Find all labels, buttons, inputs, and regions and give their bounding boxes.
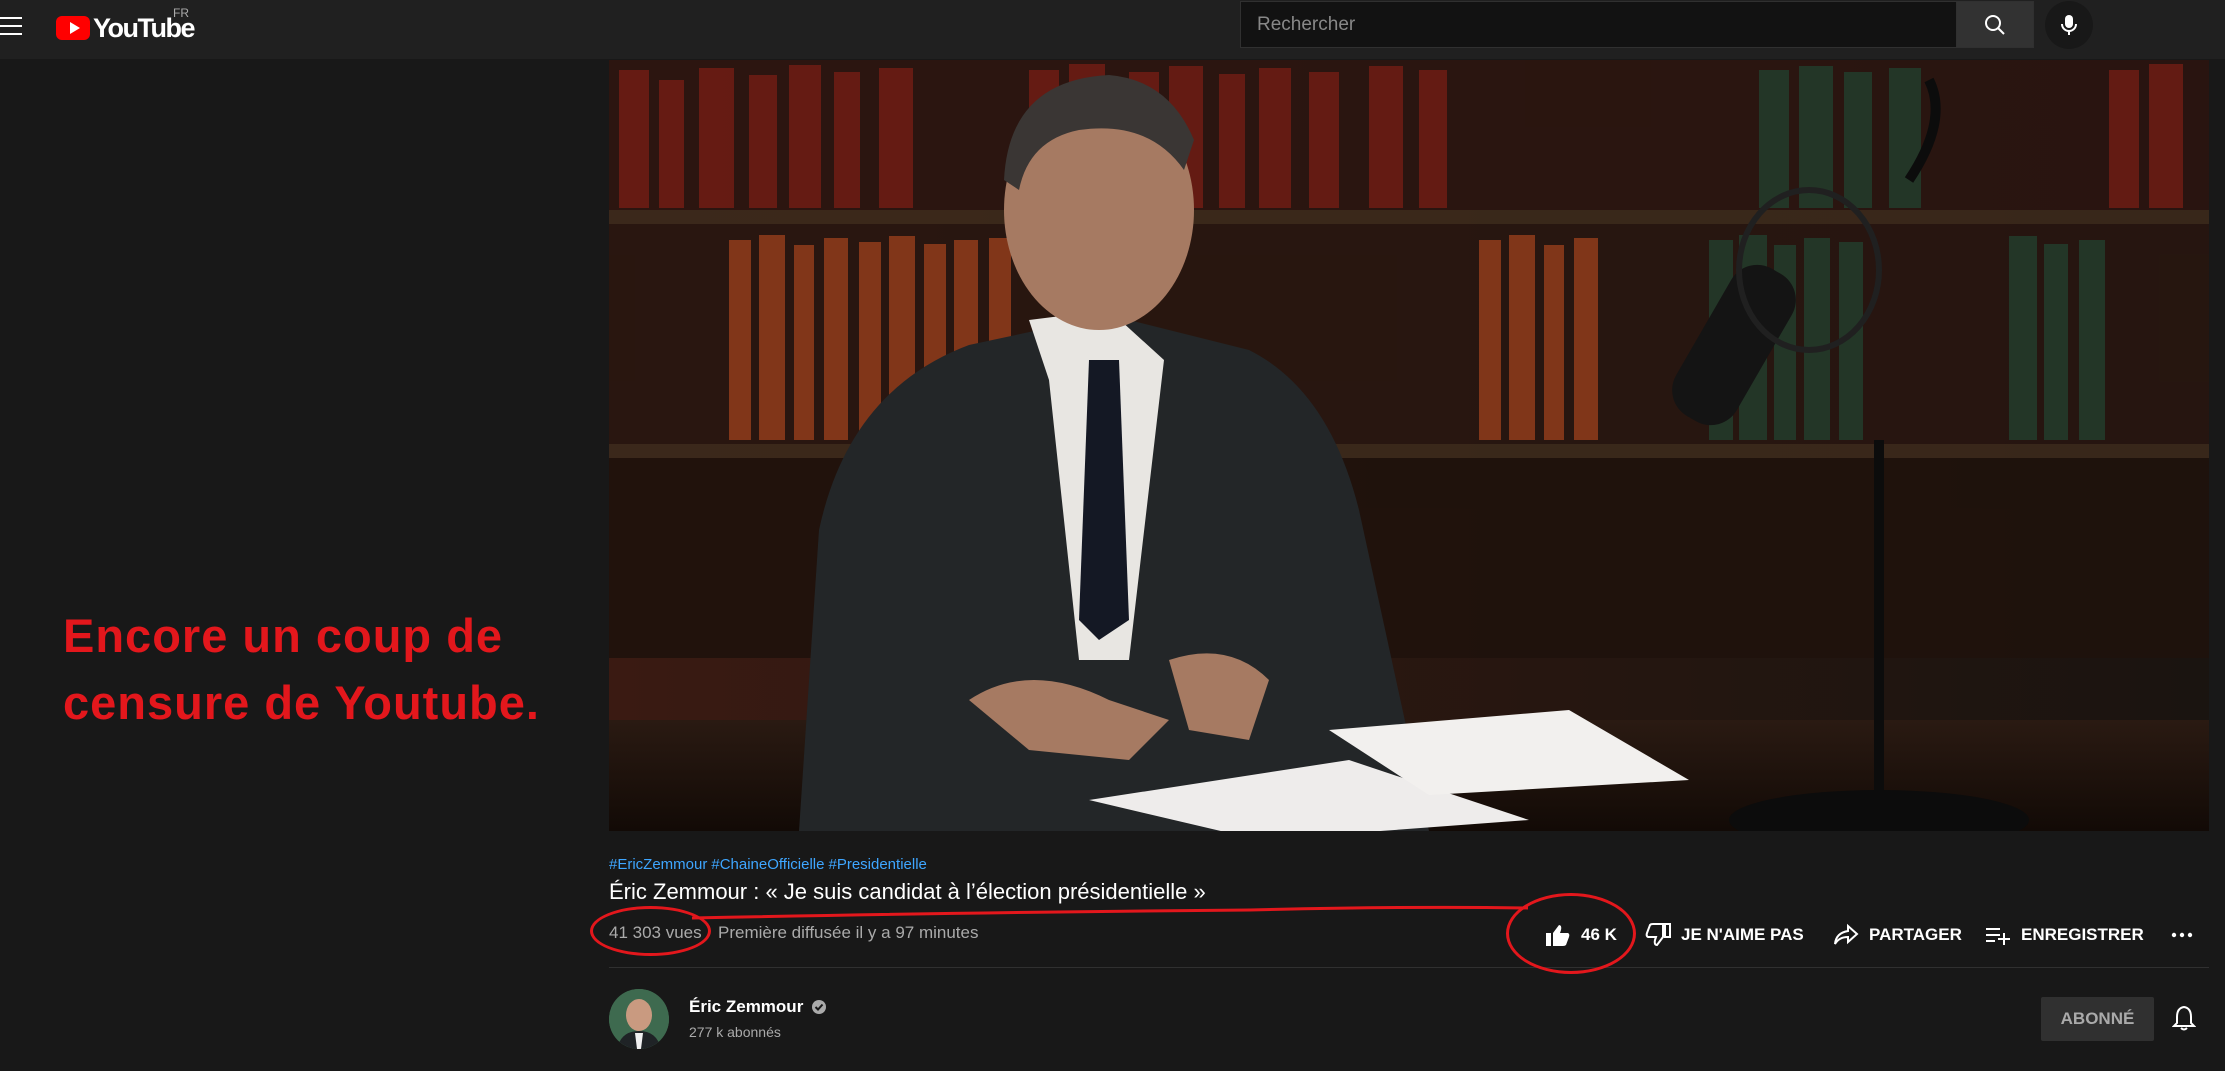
mic-icon bbox=[2061, 15, 2077, 35]
hashtag-link[interactable]: #Presidentielle bbox=[828, 856, 926, 873]
subscribe-button[interactable]: ABONNÉ bbox=[2041, 997, 2154, 1041]
search-icon bbox=[1985, 14, 2005, 35]
voice-search-button[interactable] bbox=[2045, 1, 2093, 49]
menu-icon[interactable] bbox=[0, 17, 24, 37]
thumbs-down-icon bbox=[1645, 923, 1671, 947]
avatar-image bbox=[609, 989, 669, 1049]
channel-name-text: Éric Zemmour bbox=[689, 997, 804, 1016]
save-button[interactable]: ENREGISTRER bbox=[1985, 918, 2144, 952]
share-label: PARTAGER bbox=[1869, 925, 1962, 944]
hashtag-link[interactable]: #EricZemmour bbox=[609, 856, 707, 873]
dislike-label: JE N'AIME PAS bbox=[1681, 925, 1804, 944]
verified-icon bbox=[812, 1000, 827, 1014]
hashtags: #EricZemmour #ChaineOfficielle #Presidenti… bbox=[609, 856, 931, 873]
hashtag-link[interactable]: #ChaineOfficielle bbox=[711, 856, 824, 873]
video-player[interactable] bbox=[609, 60, 2209, 831]
top-bar: YouTube FR bbox=[0, 0, 2225, 59]
search-button[interactable] bbox=[1956, 1, 2034, 48]
bell-icon[interactable] bbox=[2171, 1005, 2197, 1036]
subscriber-count: 277 k abonnés bbox=[689, 1024, 781, 1040]
video-frame bbox=[609, 60, 2209, 831]
region-label: FR bbox=[173, 6, 189, 20]
underline-annotation bbox=[691, 905, 1529, 920]
more-button[interactable] bbox=[2170, 918, 2204, 952]
premiere-info: Première diffusée il y a 97 minutes bbox=[718, 923, 979, 942]
search-input[interactable] bbox=[1241, 2, 1957, 47]
youtube-logo-icon bbox=[56, 16, 90, 40]
divider bbox=[609, 967, 2209, 968]
more-icon bbox=[2171, 932, 2193, 938]
annotation-text: Encore un coup de censure de Youtube. bbox=[63, 609, 540, 729]
search-box bbox=[1240, 1, 1957, 48]
save-label: ENREGISTRER bbox=[2021, 925, 2144, 944]
share-button[interactable]: PARTAGER bbox=[1833, 918, 1962, 952]
dislike-button[interactable]: JE N'AIME PAS bbox=[1645, 918, 1804, 952]
avatar[interactable] bbox=[609, 989, 669, 1049]
page: YouTube FR Rechercher Encore un coup de … bbox=[0, 0, 2225, 1071]
channel-name[interactable]: Éric Zemmour bbox=[689, 997, 827, 1017]
share-icon bbox=[1834, 923, 1859, 945]
playlist-add-icon bbox=[1986, 928, 2010, 945]
